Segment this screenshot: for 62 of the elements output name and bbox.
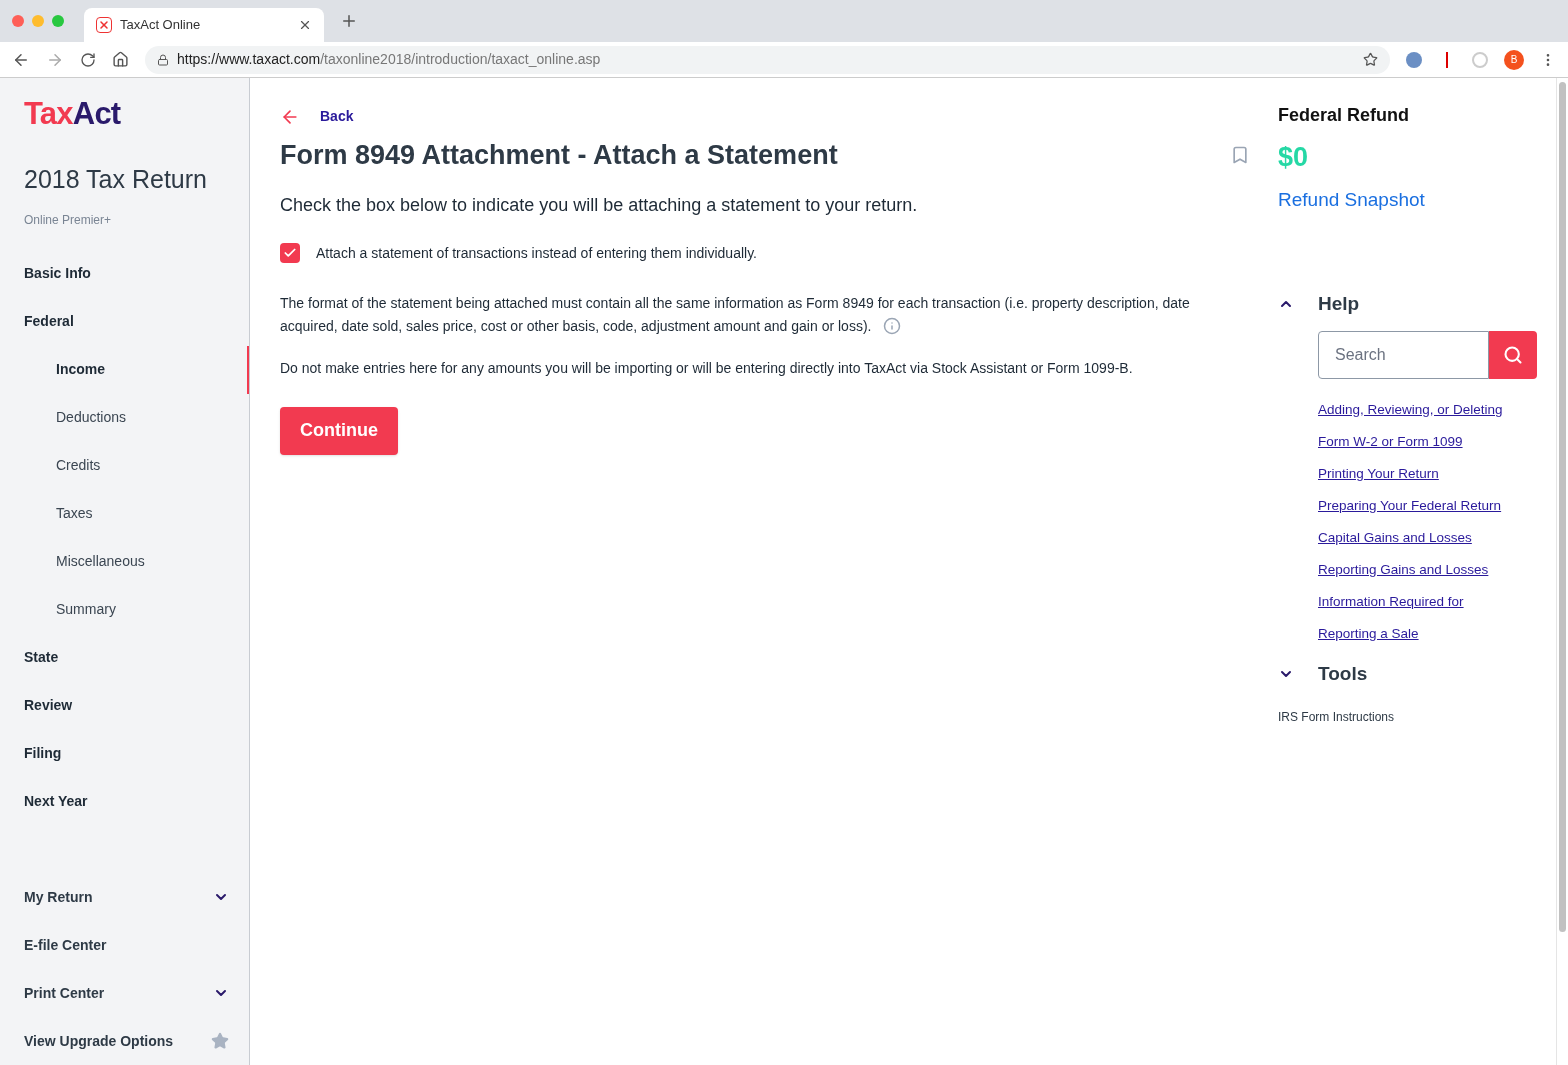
help-link[interactable]: Reporting a Sale xyxy=(1318,622,1537,644)
help-link[interactable]: Information Required for xyxy=(1318,590,1537,612)
help-link[interactable]: Adding, Reviewing, or Deleting xyxy=(1318,398,1537,420)
sidebar-link[interactable]: Print Center xyxy=(24,982,105,1004)
refund-amount: $0 xyxy=(1278,141,1309,174)
refund-snapshot-link[interactable]: Refund Snapshot xyxy=(1278,185,1425,214)
nav-item[interactable]: Deductions xyxy=(0,393,249,442)
browser-tab[interactable]: TaxAct Online xyxy=(84,8,324,42)
close-window-icon[interactable] xyxy=(12,15,24,27)
favicon-icon xyxy=(96,17,112,33)
reload-icon[interactable] xyxy=(80,51,96,68)
lock-icon xyxy=(157,53,169,66)
nav-item[interactable]: Next Year xyxy=(0,777,249,826)
close-tab-icon[interactable] xyxy=(298,18,312,32)
new-tab-icon[interactable] xyxy=(340,12,358,30)
nav-item[interactable]: Credits xyxy=(0,441,249,490)
checkbox[interactable] xyxy=(280,243,300,263)
checkbox-label: Attach a statement of transactions instead of entering them individually. xyxy=(316,243,757,263)
nav-item[interactable]: Miscellaneous xyxy=(0,537,249,586)
nav-item[interactable]: Taxes xyxy=(0,489,249,538)
sidebar-link[interactable]: E-file Center xyxy=(24,934,107,956)
return-title: 2018 Tax Return xyxy=(24,164,207,195)
help-link[interactable]: Reporting Gains and Losses xyxy=(1318,558,1537,580)
help-link[interactable]: Capital Gains and Losses xyxy=(1318,526,1537,548)
star-icon xyxy=(211,1032,229,1050)
sidebar-link[interactable]: View Upgrade Options xyxy=(24,1030,174,1052)
tools-link[interactable]: IRS Form Instructions xyxy=(1278,708,1395,726)
tools-heading[interactable]: Tools xyxy=(1318,659,1368,688)
refund-label: Federal Refund xyxy=(1278,104,1410,127)
nav-item[interactable]: Basic Info xyxy=(0,249,249,298)
home-icon[interactable] xyxy=(112,51,129,68)
help-link[interactable]: Preparing Your Federal Return xyxy=(1318,494,1537,516)
check-icon xyxy=(283,246,297,260)
product-name: Online Premier+ xyxy=(24,211,112,229)
scrollbar[interactable] xyxy=(1556,78,1568,1065)
back-link[interactable]: Back xyxy=(280,106,354,127)
continue-button[interactable]: Continue xyxy=(280,406,398,455)
nav-item[interactable]: Income xyxy=(0,345,249,394)
search-icon xyxy=(1503,344,1523,365)
help-search-field[interactable]: Search xyxy=(1318,330,1489,379)
nav-item[interactable]: Review xyxy=(0,681,249,730)
info-icon[interactable] xyxy=(883,316,902,335)
page-title: Form 8949 Attachment - Attach a Statement xyxy=(280,139,838,172)
help-link[interactable]: Printing Your Return xyxy=(1318,462,1537,484)
taxact-logo: TaxAct xyxy=(24,98,121,129)
bookmark-icon[interactable] xyxy=(1230,145,1250,166)
bookmark-star-icon[interactable] xyxy=(1363,52,1378,67)
nav-item[interactable]: Filing xyxy=(0,729,249,778)
info-paragraph: Do not make entries here for any amounts you will be importing or will be entering directly into TaxAct via Stock Assistant or Form 1099-B. xyxy=(280,358,1133,378)
sidebar-link[interactable]: My Return xyxy=(24,886,93,908)
instruction-text: Check the box below to indicate you will be attaching a statement to your return. xyxy=(280,193,918,217)
address-bar[interactable]: https://www.taxact.com/taxonline2018/introduction/taxact_online.asp xyxy=(145,45,1390,74)
extension-icon[interactable] xyxy=(1406,51,1422,68)
url-text: https://www.taxact.com/taxonline2018/introduction/taxact_online.asp xyxy=(177,50,602,69)
nav-item[interactable]: Federal xyxy=(0,297,249,346)
search-button[interactable] xyxy=(1489,330,1537,379)
info-paragraph: The format of the statement being attached must contain all the same information as Form 8949 for each transaction (i.e. property description, date acquired, date sold, sales price, cost or other basis, code, adjustment amount and gain or loss). xyxy=(280,293,1191,337)
help-heading[interactable]: Help xyxy=(1318,290,1360,319)
nav-item[interactable]: Summary xyxy=(0,585,249,634)
help-link[interactable]: Form W-2 or Form 1099 xyxy=(1318,430,1537,452)
nav-item[interactable]: State xyxy=(0,633,249,682)
tab-title: TaxAct Online xyxy=(120,16,202,35)
